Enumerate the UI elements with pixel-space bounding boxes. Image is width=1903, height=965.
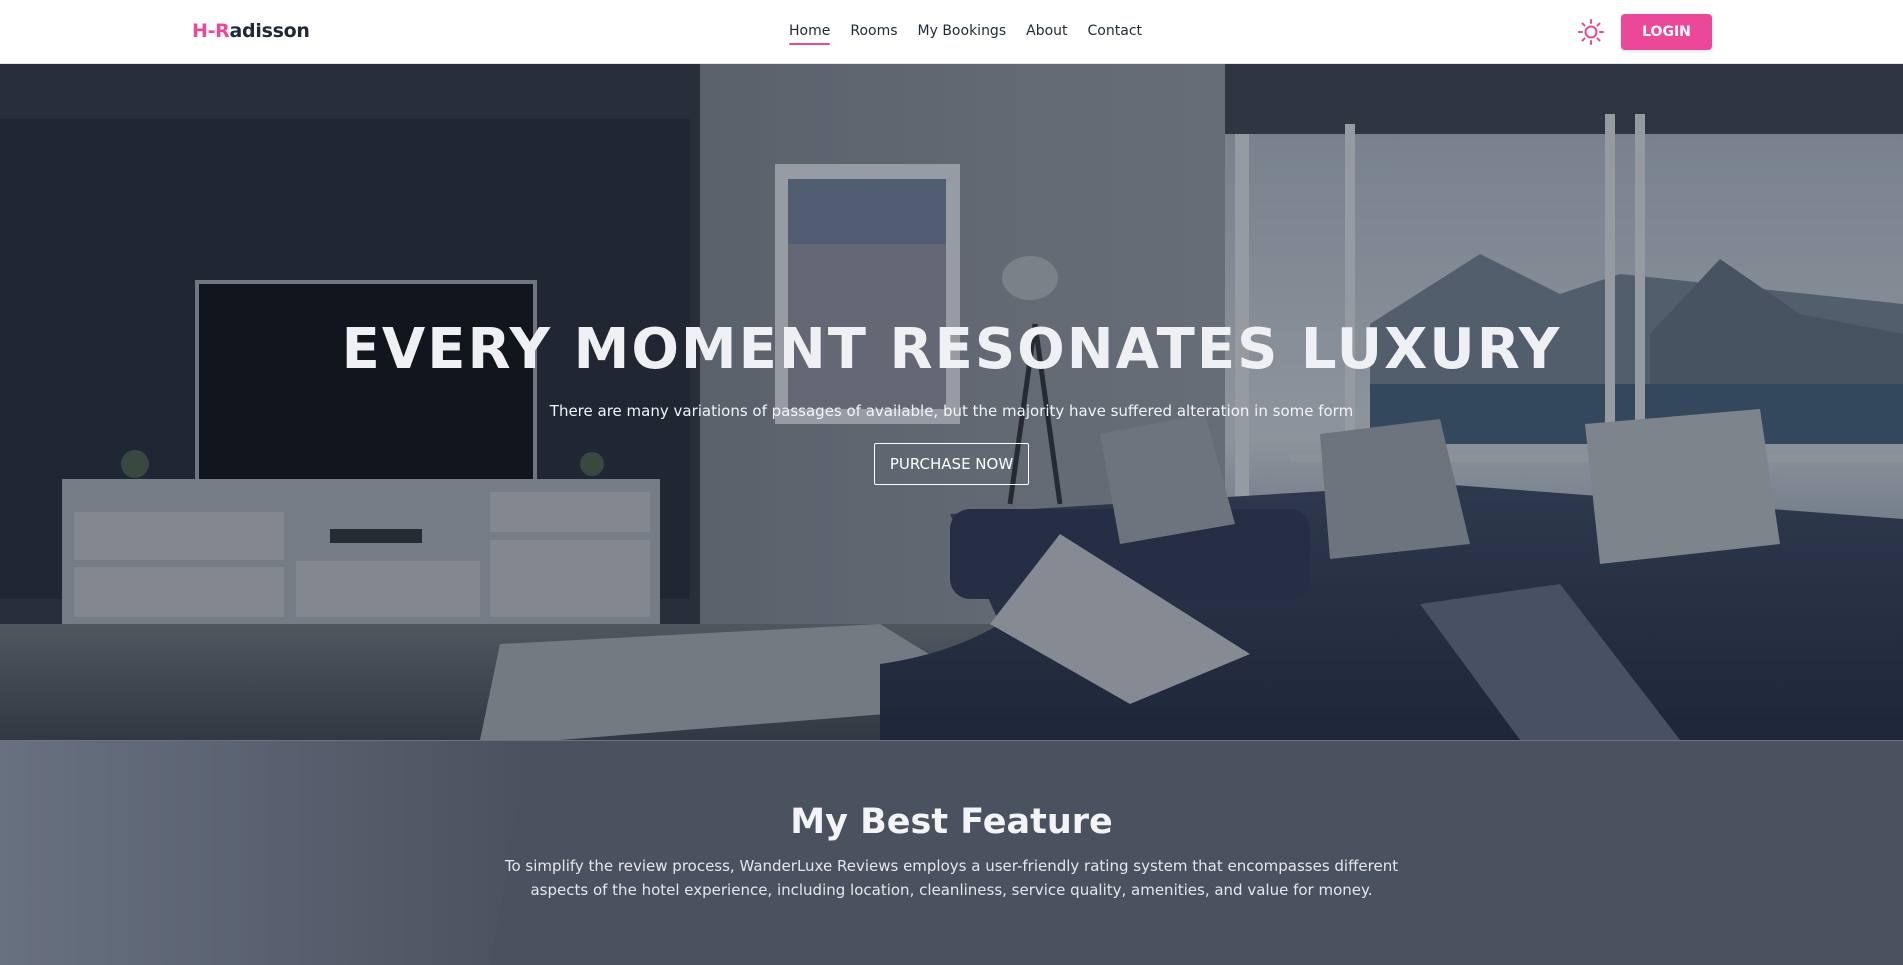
logo-suffix: adisson [229, 20, 310, 42]
logo-prefix: H-R [192, 20, 230, 42]
feature-description: To simplify the review process, WanderLu… [504, 857, 1399, 899]
login-button[interactable]: LOGIN [1621, 14, 1712, 50]
hero-title: EVERY MOMENT RESONATES LUXURY [341, 317, 1562, 382]
nav-link-home[interactable]: Home [789, 21, 831, 45]
sun-icon [1578, 19, 1604, 45]
feature-section: My Best Feature To simplify the review p… [0, 740, 1903, 965]
navbar: H-Radisson Home Rooms My Bookings About … [0, 0, 1903, 64]
purchase-now-button[interactable]: PURCHASE NOW [874, 443, 1029, 485]
nav-link-about[interactable]: About [1026, 21, 1067, 41]
nav-link-rooms[interactable]: Rooms [850, 21, 897, 41]
hero-subtitle: There are many variations of passages of… [549, 402, 1354, 420]
feature-background-shape [0, 740, 1903, 965]
logo[interactable]: H-Radisson [192, 20, 310, 42]
feature-title: My Best Feature [790, 802, 1113, 842]
nav-link-contact[interactable]: Contact [1088, 21, 1142, 41]
main-nav: Home Rooms My Bookings About Contact [789, 21, 1142, 45]
nav-link-my-bookings[interactable]: My Bookings [918, 21, 1007, 41]
hero-section: EVERY MOMENT RESONATES LUXURY There are … [0, 64, 1903, 740]
theme-toggle-button[interactable] [1576, 17, 1606, 47]
